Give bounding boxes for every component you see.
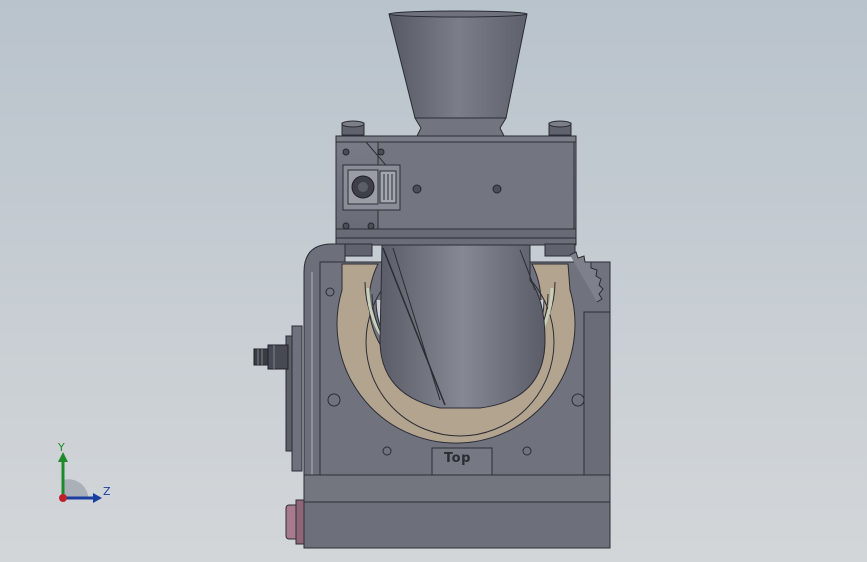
triad-plane-shading <box>63 479 88 498</box>
triad-y-label: Y <box>58 441 65 454</box>
base-knob <box>285 499 305 545</box>
hopper <box>388 10 528 139</box>
side-dial <box>253 325 303 472</box>
upper-housing <box>335 135 577 242</box>
z-axis-arrow <box>93 493 102 503</box>
model-render[interactable] <box>0 0 867 562</box>
base-block <box>303 474 611 549</box>
engraved-top-label: Top <box>444 451 471 466</box>
auger-tube <box>379 244 546 409</box>
graphics-viewport[interactable]: Top Y Z <box>0 0 867 562</box>
triad-z-label: Z <box>103 485 111 498</box>
x-axis-origin <box>59 494 67 502</box>
